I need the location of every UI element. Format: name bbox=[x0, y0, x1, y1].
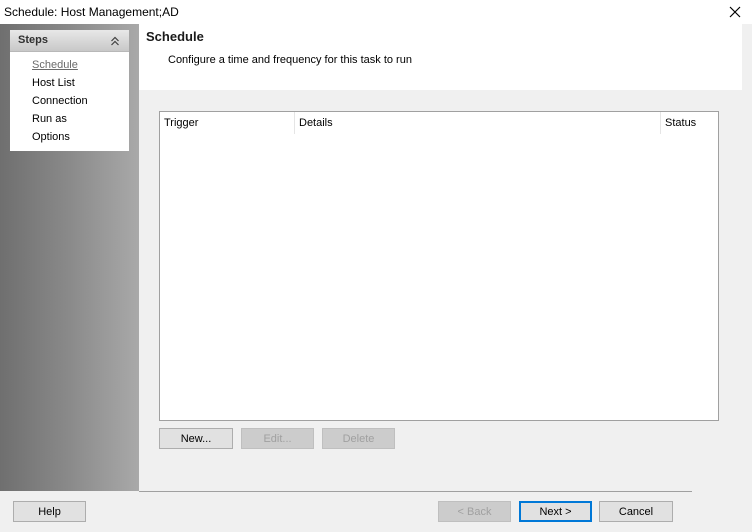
column-header-details[interactable]: Details bbox=[294, 112, 660, 134]
cancel-button[interactable]: Cancel bbox=[599, 501, 673, 522]
footer-divider bbox=[139, 491, 692, 492]
new-button[interactable]: New... bbox=[159, 428, 233, 449]
column-header-trigger[interactable]: Trigger bbox=[160, 112, 294, 134]
step-options[interactable]: Options bbox=[32, 131, 70, 143]
title-bar: Schedule: Host Management;AD bbox=[0, 0, 752, 24]
next-button[interactable]: Next > bbox=[519, 501, 592, 522]
column-header-status[interactable]: Status bbox=[660, 112, 718, 134]
step-connection[interactable]: Connection bbox=[32, 95, 88, 107]
steps-header-label: Steps bbox=[18, 34, 48, 46]
steps-panel: Steps Schedule Host List Connection Run … bbox=[10, 30, 129, 151]
header-margin bbox=[742, 24, 752, 90]
delete-button[interactable]: Delete bbox=[322, 428, 395, 449]
step-schedule[interactable]: Schedule bbox=[32, 59, 78, 71]
steps-header[interactable]: Steps bbox=[10, 30, 129, 52]
page-subtitle: Configure a time and frequency for this … bbox=[168, 54, 412, 66]
steps-sidebar: Steps Schedule Host List Connection Run … bbox=[0, 24, 139, 491]
close-button[interactable] bbox=[718, 0, 752, 24]
trigger-list-header: Trigger Details Status bbox=[160, 112, 718, 134]
page-title: Schedule bbox=[146, 29, 204, 44]
back-button[interactable]: < Back bbox=[438, 501, 511, 522]
page-header: Schedule Configure a time and frequency … bbox=[139, 24, 742, 90]
help-button[interactable]: Help bbox=[13, 501, 86, 522]
edit-button[interactable]: Edit... bbox=[241, 428, 314, 449]
trigger-list[interactable]: Trigger Details Status bbox=[159, 111, 719, 421]
step-run-as[interactable]: Run as bbox=[32, 113, 67, 125]
window-title: Schedule: Host Management;AD bbox=[4, 5, 179, 19]
double-chevron-up-icon[interactable] bbox=[109, 35, 121, 47]
close-icon bbox=[729, 6, 741, 18]
step-host-list[interactable]: Host List bbox=[32, 77, 75, 89]
